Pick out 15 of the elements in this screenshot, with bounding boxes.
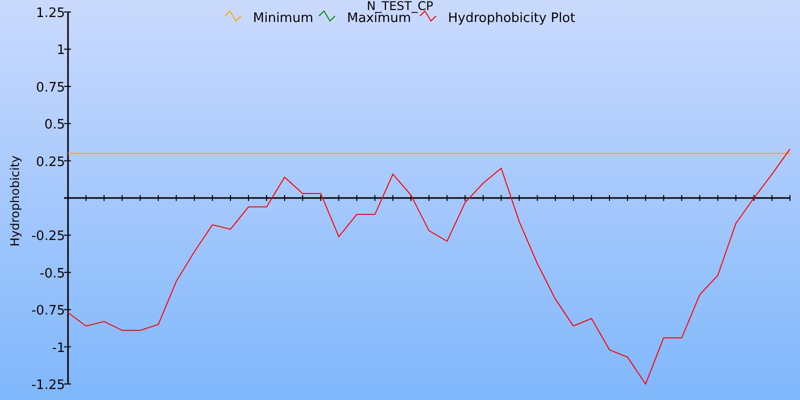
chart-title: N_TEST_CP: [366, 0, 434, 13]
y-tick-label: 1: [56, 43, 65, 58]
y-axis-label: Hydrophobicity: [8, 156, 22, 246]
legend-label: Maximum: [347, 11, 412, 26]
legend-label: Hydrophobicity Plot: [448, 11, 576, 26]
y-tick-label: -0.5: [40, 266, 65, 282]
y-tick-label: 0.75: [36, 80, 65, 96]
y-tick-label: -0.75: [31, 304, 65, 319]
y-tick-label: -1.25: [31, 378, 65, 393]
y-tick-label: -0.25: [31, 229, 65, 244]
y-tick-label: 1.25: [36, 6, 65, 21]
y-tick-label: -1: [52, 340, 65, 356]
legend-label: Minimum: [253, 11, 314, 26]
y-tick-label: 0.25: [36, 154, 65, 170]
y-tick-label: 0.5: [44, 118, 65, 133]
